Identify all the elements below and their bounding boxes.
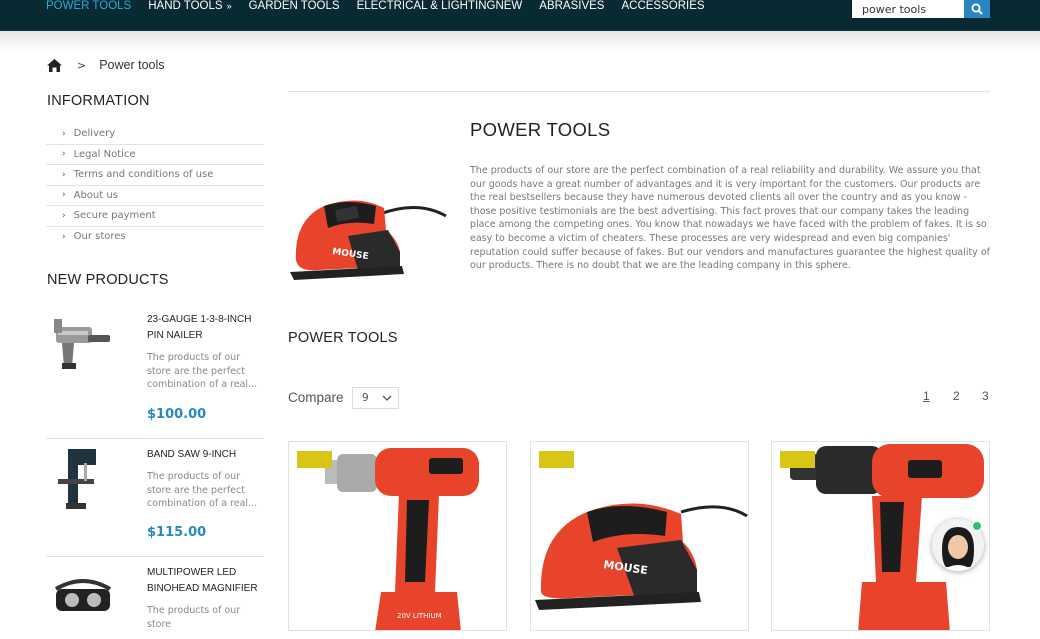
menu-item-electrical-lighting[interactable]: Electrical & LightingNew (357, 0, 523, 14)
new-product-item: 23-Gauge 1-3-8-Inch Pin Nailer The produ… (46, 303, 264, 439)
chevron-right-icon: › (62, 210, 66, 221)
chevron-right-icon: › (62, 231, 66, 242)
search-icon (971, 3, 983, 15)
chevron-right-icon: › (62, 149, 66, 160)
menu-item-label: Abrasives (539, 0, 605, 12)
info-link-our-stores[interactable]: › Our stores (46, 227, 264, 248)
new-product-description: The products of our store (147, 605, 241, 630)
drill-image: 20V LITHIUM (325, 448, 479, 630)
page-link-3[interactable]: 3 (982, 389, 989, 403)
chevron-down-icon: » (226, 1, 232, 11)
info-link-delivery[interactable]: › Delivery (46, 124, 264, 145)
menu-item-hand-tools[interactable]: Hand tools» (148, 0, 231, 14)
breadcrumb-current: Power tools (99, 58, 165, 72)
chevron-right-icon: › (62, 169, 66, 180)
magnifier-image[interactable] (48, 569, 118, 639)
new-product-price: $100.00 (147, 407, 207, 422)
info-link-label: About us (73, 189, 118, 201)
new-product-item: MultiPower LED Binohead Magnifier The pr… (46, 557, 264, 637)
new-product-name[interactable]: MultiPower LED Binohead Magnifier (147, 565, 265, 596)
page-link-2[interactable]: 2 (953, 389, 960, 403)
info-link-about-us[interactable]: › About us (46, 186, 264, 206)
search-button[interactable] (964, 0, 990, 18)
menu-item-label: Power tools (46, 0, 132, 12)
chevron-down-icon (382, 395, 392, 401)
info-link-terms[interactable]: › Terms and conditions of use (46, 165, 264, 186)
chevron-right-icon: › (62, 190, 66, 201)
menu-item-label: Garden tools (248, 0, 340, 12)
category-title: Power tools (470, 119, 611, 140)
info-link-label: Terms and conditions of use (73, 169, 214, 181)
info-link-label: Legal Notice (73, 148, 136, 160)
mouse-sander-image: MOUSE (535, 503, 748, 610)
information-list: › Delivery › Legal Notice › Terms and condi… (46, 124, 264, 247)
pin-nailer-image[interactable] (48, 311, 118, 381)
home-icon[interactable] (46, 58, 63, 73)
chevron-right-icon: › (62, 128, 66, 139)
new-product-description: The products of our store are the perfec… (147, 471, 258, 509)
breadcrumb: > Power tools (46, 57, 165, 73)
content-divider (288, 91, 990, 92)
menu-item-abrasives[interactable]: Abrasives (539, 0, 604, 14)
sale-badge: Sale (539, 451, 574, 468)
listing-heading: Power tools (288, 330, 398, 346)
compare-label: Compare (288, 390, 344, 405)
main-menu: Power tools Hand tools» Garden tools Ele… (46, 0, 722, 14)
page-link-1[interactable]: 1 (923, 389, 930, 403)
menu-item-garden-tools[interactable]: Garden tools (249, 0, 340, 14)
menu-item-accessories[interactable]: Accessories (621, 0, 704, 14)
breadcrumb-separator: > (77, 58, 87, 72)
search-input[interactable] (852, 0, 964, 18)
compare-select[interactable]: 9 (352, 387, 399, 409)
new-products-heading: New products (47, 272, 169, 288)
menu-item-label: Accessories (621, 0, 705, 12)
new-product-name[interactable]: Band Saw 9-Inch (147, 447, 265, 463)
band-saw-image[interactable] (48, 445, 118, 515)
info-link-legal-notice[interactable]: › Legal Notice (46, 145, 264, 165)
info-link-secure-payment[interactable]: › Secure payment (46, 206, 264, 227)
sale-badge: Sale (297, 451, 332, 468)
product-card[interactable]: Sale MOUSE (530, 441, 749, 631)
product-card[interactable]: Sale 20V LITHIUM (288, 441, 507, 631)
category-image: MOUSE (290, 200, 447, 280)
info-link-label: Our stores (73, 231, 126, 243)
header-shadow (0, 31, 1040, 51)
new-product-description: The products of our store are the perfec… (147, 352, 258, 390)
new-product-item: Band Saw 9-Inch The products of our stor… (46, 439, 264, 557)
new-product-name[interactable]: 23-Gauge 1-3-8-Inch Pin Nailer (147, 312, 265, 343)
new-product-price: $115.00 (147, 525, 207, 540)
category-description: The products of our store are the perfec… (470, 165, 990, 272)
info-link-label: Secure payment (73, 210, 156, 222)
sale-badge: Sale (780, 451, 815, 468)
online-status-dot (972, 521, 982, 531)
menu-item-label: Electrical & LightingNew (356, 0, 523, 12)
menu-item-label: Hand tools (148, 0, 223, 12)
information-heading: Information (47, 93, 150, 109)
menu-item-power-tools[interactable]: Power tools (46, 0, 131, 14)
info-link-label: Delivery (73, 128, 116, 140)
compare-select-value: 9 (362, 392, 369, 404)
